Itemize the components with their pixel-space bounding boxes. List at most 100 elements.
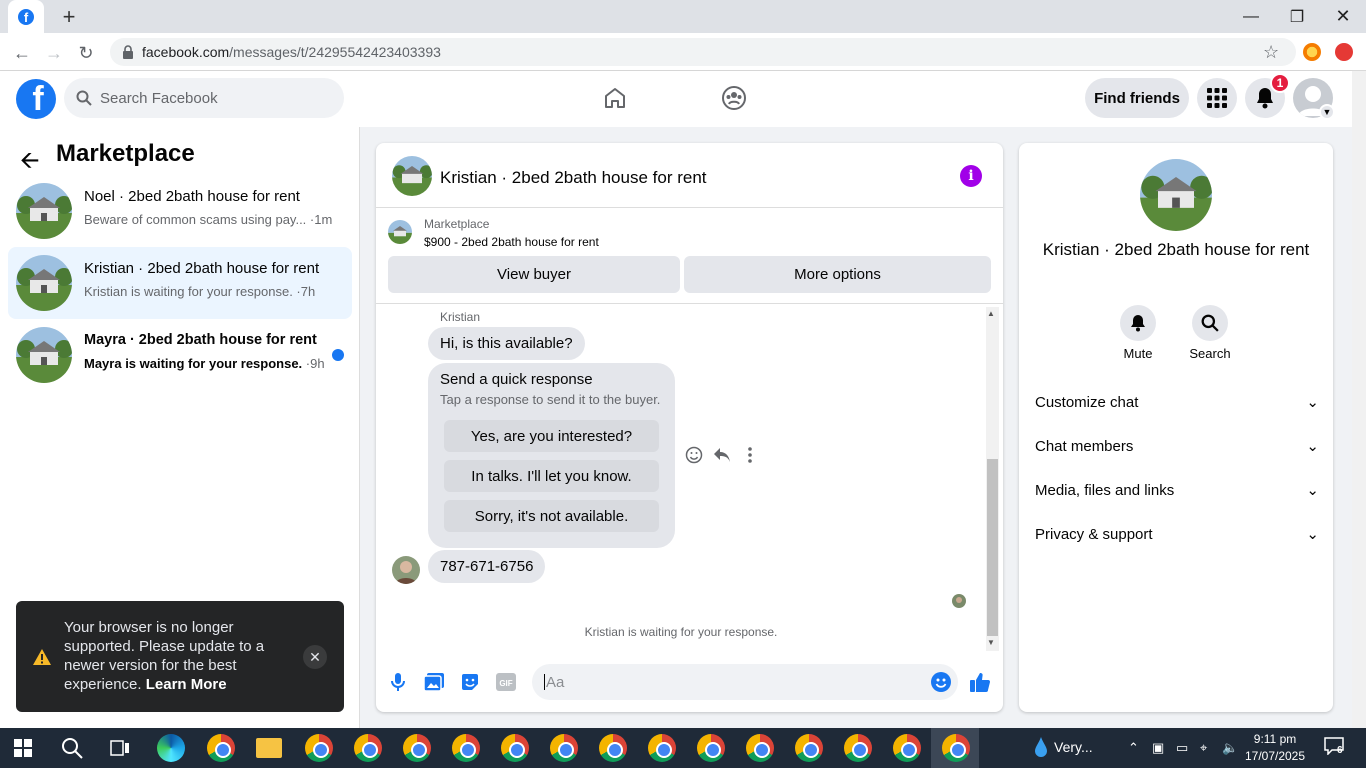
search-input[interactable]: Search Facebook: [64, 78, 344, 118]
extension-icon[interactable]: [1335, 43, 1353, 61]
conversation-snippet: Beware of common scams using pay...: [84, 212, 307, 227]
conversation-item[interactable]: Noel · 2bed 2bath house for rent Beware …: [8, 175, 352, 247]
menu-grid-icon[interactable]: [1197, 78, 1237, 118]
message-placeholder: Aa: [546, 673, 565, 691]
mute-button[interactable]: [1120, 305, 1156, 341]
chrome-icon[interactable]: [599, 734, 627, 762]
sender-avatar[interactable]: [392, 556, 420, 584]
emoji-icon[interactable]: [930, 671, 952, 693]
conversation-time: ·7h: [292, 284, 316, 299]
chrome-icon[interactable]: [893, 734, 921, 762]
battery-icon[interactable]: ▭: [1176, 740, 1188, 756]
conversation-item[interactable]: Mayra · 2bed 2bath house for rent Mayra …: [8, 319, 352, 391]
section-privacy-support[interactable]: Privacy & support ⌄: [1035, 522, 1319, 546]
search-conversation-button[interactable]: [1192, 305, 1228, 341]
section-media-files-links[interactable]: Media, files and links ⌄: [1035, 478, 1319, 502]
reply-icon[interactable]: [713, 446, 731, 464]
chevron-up-icon[interactable]: ⌃: [1128, 740, 1139, 756]
chrome-icon[interactable]: [501, 734, 529, 762]
find-friends-button[interactable]: Find friends: [1085, 78, 1189, 118]
edge-icon[interactable]: [157, 734, 185, 762]
chrome-icon[interactable]: [844, 734, 872, 762]
learn-more-link[interactable]: Learn More: [146, 676, 227, 693]
lock-icon[interactable]: [122, 45, 134, 59]
groups-icon[interactable]: [718, 82, 750, 114]
chrome-icon[interactable]: [795, 734, 823, 762]
chrome-icon[interactable]: [305, 734, 333, 762]
chrome-icon[interactable]: [207, 734, 235, 762]
chrome-icon[interactable]: [403, 734, 431, 762]
photo-icon[interactable]: [423, 671, 445, 693]
chrome-icon[interactable]: [746, 734, 774, 762]
file-explorer-icon[interactable]: [256, 738, 282, 758]
forward-button[interactable]: →: [41, 40, 67, 66]
windows-start-icon[interactable]: [14, 739, 32, 762]
message-input[interactable]: Aa: [532, 664, 958, 700]
chrome-icon[interactable]: [942, 734, 970, 762]
browser-tab[interactable]: f: [8, 0, 44, 33]
section-chat-members[interactable]: Chat members ⌄: [1035, 434, 1319, 458]
close-window-button[interactable]: ✕: [1320, 0, 1366, 33]
more-vertical-icon[interactable]: [741, 446, 759, 464]
extension-icon[interactable]: [1303, 43, 1321, 61]
section-label: Chat members: [1035, 437, 1134, 455]
conversation-preview: Mayra is waiting for your response. ·9h: [84, 356, 325, 371]
message-bubble[interactable]: 787-671-6756: [428, 550, 546, 583]
unread-dot: [332, 349, 344, 361]
quick-response-option[interactable]: Yes, are you interested?: [444, 420, 659, 452]
chevron-down-icon[interactable]: ▼: [1319, 104, 1335, 120]
minimize-window-button[interactable]: —: [1228, 0, 1274, 33]
wifi-icon[interactable]: ⌖: [1200, 740, 1207, 756]
quick-response-title: Send a quick response: [440, 371, 593, 388]
page-scrollbar[interactable]: [1352, 71, 1366, 728]
url-text[interactable]: facebook.com/messages/t/2429554242340339…: [142, 44, 441, 60]
chrome-icon[interactable]: [452, 734, 480, 762]
microphone-icon[interactable]: [387, 671, 409, 693]
listing-summary[interactable]: $900 - 2bed 2bath house for rent: [424, 235, 599, 249]
action-center-icon[interactable]: 6: [1324, 737, 1348, 759]
taskbar-search-icon[interactable]: [61, 737, 83, 764]
sticker-icon[interactable]: [459, 671, 481, 693]
volume-icon[interactable]: 🔈: [1222, 740, 1238, 756]
home-icon[interactable]: [599, 82, 631, 114]
conversation-item[interactable]: Kristian · 2bed 2bath house for rent Kri…: [8, 247, 352, 319]
listing-thumbnail: [16, 327, 72, 383]
thumbs-up-icon[interactable]: [969, 671, 991, 693]
chat-title[interactable]: Kristian · 2bed 2bath house for rent: [440, 168, 707, 188]
listing-thumbnail: [16, 183, 72, 239]
restore-window-button[interactable]: ❐: [1274, 0, 1320, 33]
scroll-down-icon[interactable]: ▼: [987, 638, 995, 647]
gif-icon[interactable]: GIF: [495, 671, 517, 693]
section-customize-chat[interactable]: Customize chat ⌄: [1035, 390, 1319, 414]
chrome-icon[interactable]: [354, 734, 382, 762]
weather-widget[interactable]: Very...: [1034, 736, 1093, 758]
text-cursor: [544, 674, 545, 690]
meet-now-icon[interactable]: ▣: [1152, 740, 1164, 756]
info-icon[interactable]: i: [960, 165, 982, 187]
new-tab-button[interactable]: +: [56, 4, 82, 30]
bookmark-star-icon[interactable]: ☆: [1263, 42, 1279, 63]
back-button[interactable]: ←: [9, 40, 35, 66]
listing-thumbnail[interactable]: [388, 220, 412, 244]
system-clock[interactable]: 9:11 pm 17/07/2025: [1240, 731, 1310, 765]
quick-response-option[interactable]: Sorry, it's not available.: [444, 500, 659, 532]
chat-avatar[interactable]: [392, 156, 432, 196]
scrollbar-thumb[interactable]: [987, 459, 998, 636]
task-view-icon[interactable]: [110, 739, 130, 762]
quick-response-option[interactable]: In talks. I'll let you know.: [444, 460, 659, 492]
chrome-icon[interactable]: [648, 734, 676, 762]
divider: [376, 207, 1003, 208]
view-buyer-button[interactable]: View buyer: [388, 256, 680, 293]
scroll-up-icon[interactable]: ▲: [987, 309, 995, 318]
chrome-icon[interactable]: [697, 734, 725, 762]
chrome-icon[interactable]: [550, 734, 578, 762]
listing-avatar[interactable]: [1140, 159, 1212, 231]
more-options-button[interactable]: More options: [684, 256, 991, 293]
close-icon[interactable]: ✕: [303, 645, 327, 669]
message-bubble[interactable]: Hi, is this available?: [428, 327, 585, 360]
react-emoji-icon[interactable]: [685, 446, 703, 464]
details-title: Kristian · 2bed 2bath house for rent: [1042, 240, 1310, 259]
section-label: Privacy & support: [1035, 525, 1153, 543]
facebook-logo-icon[interactable]: f: [16, 79, 56, 119]
reload-button[interactable]: ↻: [73, 40, 99, 66]
